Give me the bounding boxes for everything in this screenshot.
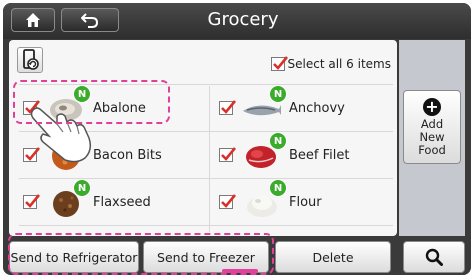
checkmark-icon — [221, 194, 237, 208]
hand-pointer-icon — [30, 107, 92, 163]
select-all-label: Select all 6 items — [287, 57, 391, 71]
item-checkbox[interactable] — [23, 194, 41, 209]
beef-filet-image: N — [241, 132, 287, 172]
app-window: Grocery Select all 6 items N Abalone N A… — [3, 3, 471, 275]
highlight-underline — [222, 269, 258, 273]
grocery-list-panel: Select all 6 items N Abalone N Anchovy B… — [9, 40, 397, 236]
checkmark-icon — [272, 56, 288, 70]
divider — [19, 84, 393, 85]
divider — [19, 178, 393, 179]
list-toolbar: Select all 6 items — [9, 40, 397, 74]
add-food-label-line1: Add — [420, 116, 444, 131]
new-badge: N — [269, 132, 287, 150]
list-item-flaxseed[interactable]: N Flaxseed — [23, 179, 151, 222]
list-item-anchovy[interactable]: N Anchovy — [219, 85, 345, 128]
back-icon — [81, 13, 99, 28]
list-item-beef-filet[interactable]: N Beef Filet — [219, 132, 350, 175]
sync-device-icon — [23, 49, 39, 70]
checkmark-icon — [221, 147, 237, 161]
checkmark-icon — [221, 100, 237, 114]
home-button[interactable] — [11, 8, 55, 32]
page-title: Grocery — [207, 9, 279, 30]
sync-button[interactable] — [17, 47, 43, 73]
list-item-flour[interactable]: N Flour — [219, 179, 322, 222]
send-to-refrigerator-button[interactable]: Send to Refrigerator — [9, 241, 139, 273]
item-checkbox[interactable] — [219, 100, 237, 115]
new-badge: N — [269, 179, 287, 197]
divider — [19, 225, 393, 226]
item-name: Abalone — [93, 100, 146, 116]
item-name: Flour — [289, 194, 322, 210]
add-food-label-line2: New Food — [418, 129, 446, 157]
item-name: Beef Filet — [289, 147, 350, 163]
select-all-checkbox[interactable] — [270, 56, 288, 71]
select-all[interactable]: Select all 6 items — [270, 55, 391, 73]
search-icon — [425, 248, 443, 266]
search-button[interactable] — [403, 241, 465, 273]
item-name: Anchovy — [289, 100, 345, 116]
new-badge: N — [269, 85, 287, 103]
item-name: Bacon Bits — [93, 147, 162, 163]
item-checkbox[interactable] — [219, 194, 237, 209]
delete-button[interactable]: Delete — [275, 241, 391, 273]
item-checkbox[interactable] — [219, 147, 237, 162]
flour-image: N — [241, 179, 287, 219]
side-panel: + Add New Food — [399, 40, 465, 236]
title-bar: Grocery — [3, 3, 471, 39]
add-new-food-button[interactable]: + Add New Food — [403, 90, 461, 164]
item-name: Flaxseed — [93, 194, 151, 210]
back-button[interactable] — [61, 8, 119, 32]
flaxseed-image: N — [45, 179, 91, 219]
anchovy-image: N — [241, 85, 287, 125]
home-icon — [26, 13, 40, 27]
column-divider — [209, 86, 210, 232]
new-badge: N — [73, 179, 91, 197]
plus-circle-icon: + — [423, 97, 441, 116]
checkmark-icon — [25, 194, 41, 208]
